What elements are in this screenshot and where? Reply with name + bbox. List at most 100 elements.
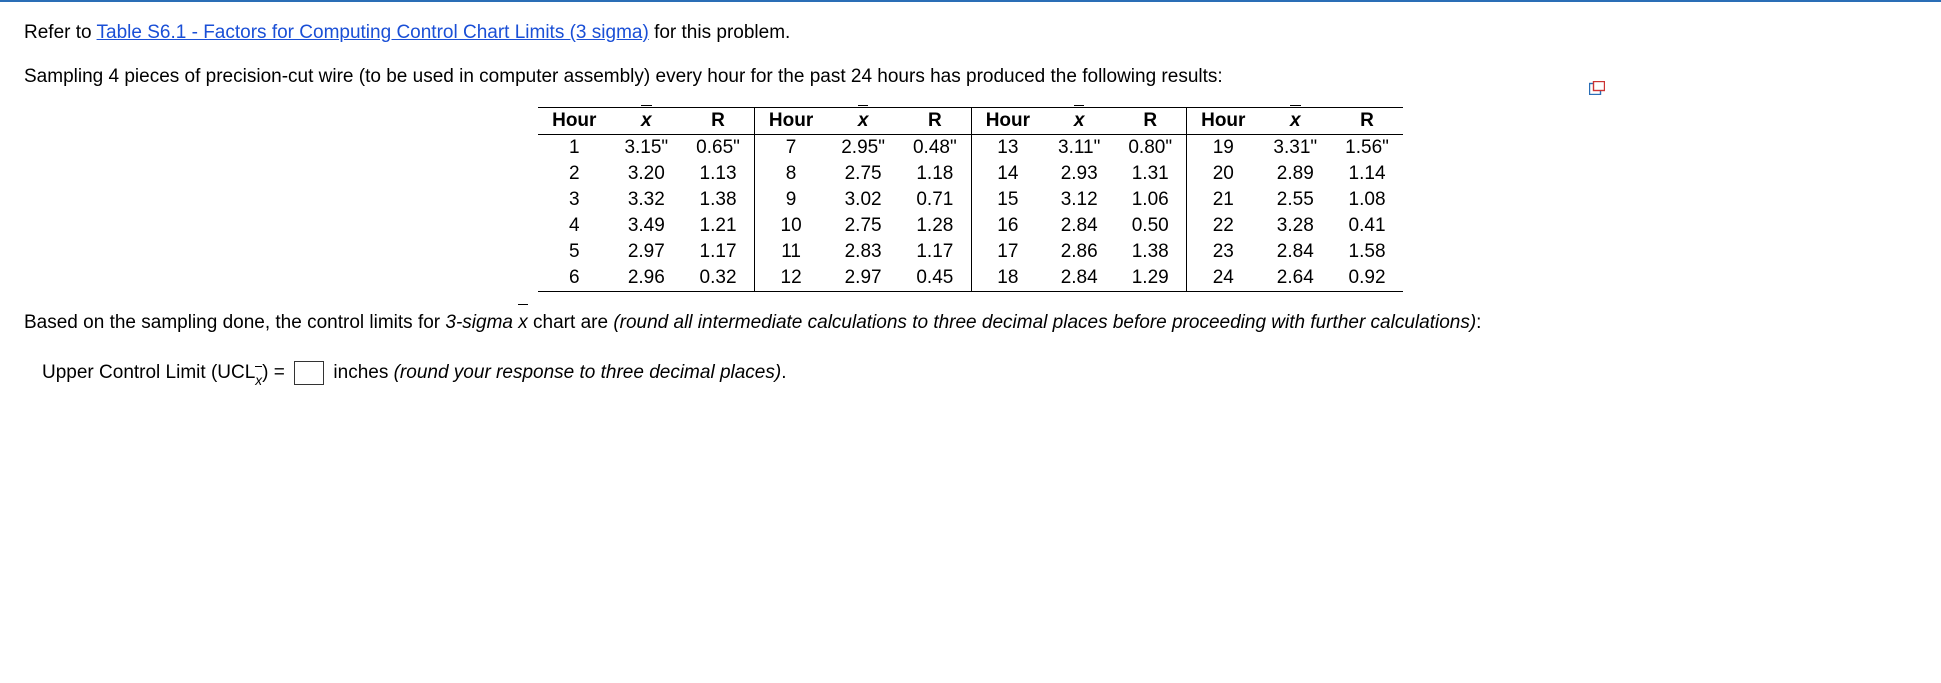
cell-r: 1.56" bbox=[1331, 135, 1403, 162]
cell-xbar: 3.32 bbox=[610, 187, 682, 213]
cell-hour: 18 bbox=[971, 265, 1044, 292]
cell-r: 1.58 bbox=[1331, 239, 1403, 265]
cell-xbar: 3.11" bbox=[1044, 135, 1114, 162]
cell-r: 1.13 bbox=[682, 161, 754, 187]
cell-hour: 2 bbox=[538, 161, 610, 187]
ucl-label-pre: Upper Control Limit (UCL bbox=[42, 362, 255, 383]
cell-r: 0.32 bbox=[682, 265, 754, 292]
cell-r: 0.48" bbox=[899, 135, 971, 162]
cell-xbar: 2.96 bbox=[610, 265, 682, 292]
cell-hour: 3 bbox=[538, 187, 610, 213]
col-xbar: x bbox=[1044, 108, 1114, 135]
cell-hour: 15 bbox=[971, 187, 1044, 213]
cell-r: 0.92 bbox=[1331, 265, 1403, 292]
cell-hour: 20 bbox=[1187, 161, 1260, 187]
reference-link[interactable]: Table S6.1 - Factors for Computing Contr… bbox=[97, 22, 649, 43]
cell-hour: 11 bbox=[754, 239, 827, 265]
cell-xbar: 3.02 bbox=[827, 187, 899, 213]
cell-xbar: 2.55 bbox=[1259, 187, 1331, 213]
cell-r: 1.29 bbox=[1114, 265, 1186, 292]
cell-r: 0.80" bbox=[1114, 135, 1186, 162]
cell-xbar: 2.89 bbox=[1259, 161, 1331, 187]
data-table: Hour x R Hour x R Hour x R Hour x R 13.1… bbox=[538, 107, 1403, 292]
cell-xbar: 2.75 bbox=[827, 213, 899, 239]
popout-icon[interactable] bbox=[1589, 81, 1605, 95]
cell-hour: 24 bbox=[1187, 265, 1260, 292]
cell-hour: 23 bbox=[1187, 239, 1260, 265]
cell-hour: 16 bbox=[971, 213, 1044, 239]
table-row: 13.15"0.65"72.95"0.48"133.11"0.80"193.31… bbox=[538, 135, 1403, 162]
context-paragraph: Sampling 4 pieces of precision-cut wire … bbox=[24, 64, 1917, 90]
table-row: 23.201.1382.751.18142.931.31202.891.14 bbox=[538, 161, 1403, 187]
col-hour: Hour bbox=[754, 108, 827, 135]
col-xbar: x bbox=[827, 108, 899, 135]
col-r: R bbox=[1331, 108, 1403, 135]
answer-hint: (round your response to three decimal pl… bbox=[394, 362, 782, 383]
cell-hour: 13 bbox=[971, 135, 1044, 162]
cell-xbar: 3.20 bbox=[610, 161, 682, 187]
cell-r: 1.06 bbox=[1114, 187, 1186, 213]
cell-r: 0.71 bbox=[899, 187, 971, 213]
cell-xbar: 3.49 bbox=[610, 213, 682, 239]
cell-xbar: 2.86 bbox=[1044, 239, 1114, 265]
cell-xbar: 2.93 bbox=[1044, 161, 1114, 187]
unit-label: inches bbox=[333, 362, 393, 383]
header-row: Hour x R Hour x R Hour x R Hour x R bbox=[538, 108, 1403, 135]
xbar-symbol: x bbox=[518, 310, 528, 337]
ucl-input[interactable] bbox=[294, 361, 324, 385]
col-r: R bbox=[899, 108, 971, 135]
table-row: 43.491.21102.751.28162.840.50223.280.41 bbox=[538, 213, 1403, 239]
question-pre: Based on the sampling done, the control … bbox=[24, 312, 445, 333]
cell-r: 1.14 bbox=[1331, 161, 1403, 187]
col-r: R bbox=[1114, 108, 1186, 135]
cell-xbar: 3.12 bbox=[1044, 187, 1114, 213]
cell-r: 1.31 bbox=[1114, 161, 1186, 187]
cell-xbar: 2.84 bbox=[1044, 265, 1114, 292]
intro-prefix: Refer to bbox=[24, 22, 97, 43]
cell-r: 0.45 bbox=[899, 265, 971, 292]
cell-r: 1.08 bbox=[1331, 187, 1403, 213]
cell-r: 1.17 bbox=[899, 239, 971, 265]
col-xbar: x bbox=[1259, 108, 1331, 135]
question-post: : bbox=[1476, 312, 1481, 333]
table-row: 33.321.3893.020.71153.121.06212.551.08 bbox=[538, 187, 1403, 213]
cell-r: 1.18 bbox=[899, 161, 971, 187]
cell-hour: 12 bbox=[754, 265, 827, 292]
cell-xbar: 2.75 bbox=[827, 161, 899, 187]
cell-r: 1.38 bbox=[682, 187, 754, 213]
intro-suffix: for this problem. bbox=[649, 22, 791, 43]
question-rounding-note: (round all intermediate calculations to … bbox=[613, 312, 1476, 333]
col-xbar: x bbox=[610, 108, 682, 135]
cell-hour: 8 bbox=[754, 161, 827, 187]
cell-hour: 22 bbox=[1187, 213, 1260, 239]
cell-hour: 19 bbox=[1187, 135, 1260, 162]
cell-xbar: 2.64 bbox=[1259, 265, 1331, 292]
table-row: 52.971.17112.831.17172.861.38232.841.58 bbox=[538, 239, 1403, 265]
cell-xbar: 2.97 bbox=[827, 265, 899, 292]
cell-hour: 17 bbox=[971, 239, 1044, 265]
intro-paragraph: Refer to Table S6.1 - Factors for Comput… bbox=[24, 20, 1917, 46]
cell-xbar: 2.97 bbox=[610, 239, 682, 265]
cell-hour: 21 bbox=[1187, 187, 1260, 213]
answer-period: . bbox=[781, 362, 786, 383]
question-mid: chart are bbox=[533, 312, 613, 333]
col-hour: Hour bbox=[1187, 108, 1260, 135]
cell-r: 0.41 bbox=[1331, 213, 1403, 239]
cell-hour: 7 bbox=[754, 135, 827, 162]
cell-hour: 10 bbox=[754, 213, 827, 239]
cell-r: 1.28 bbox=[899, 213, 971, 239]
question-paragraph: Based on the sampling done, the control … bbox=[24, 310, 1917, 337]
cell-hour: 6 bbox=[538, 265, 610, 292]
cell-hour: 14 bbox=[971, 161, 1044, 187]
cell-xbar: 2.84 bbox=[1044, 213, 1114, 239]
cell-hour: 5 bbox=[538, 239, 610, 265]
cell-xbar: 3.28 bbox=[1259, 213, 1331, 239]
table-body: 13.15"0.65"72.95"0.48"133.11"0.80"193.31… bbox=[538, 135, 1403, 292]
col-r: R bbox=[682, 108, 754, 135]
ucl-label-post: ) = bbox=[262, 362, 290, 383]
cell-xbar: 3.31" bbox=[1259, 135, 1331, 162]
data-table-wrap: Hour x R Hour x R Hour x R Hour x R 13.1… bbox=[24, 107, 1917, 292]
col-hour: Hour bbox=[538, 108, 610, 135]
cell-xbar: 2.84 bbox=[1259, 239, 1331, 265]
cell-hour: 4 bbox=[538, 213, 610, 239]
